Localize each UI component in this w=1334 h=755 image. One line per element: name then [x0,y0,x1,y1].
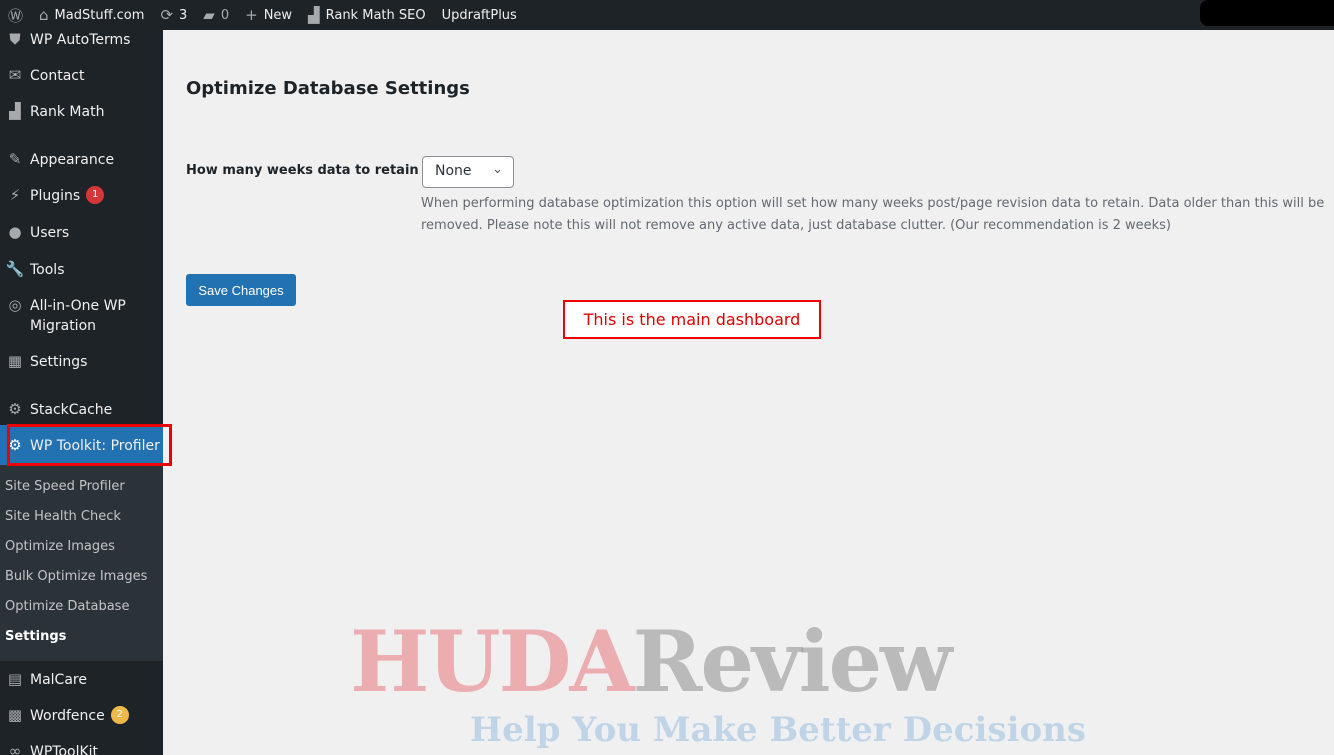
rankmath-label: Rank Math SEO [325,7,426,23]
sidebar-item-label: Plugins [30,188,81,204]
plus-icon: + [245,6,258,24]
link-icon: ∞ [8,742,22,755]
sidebar: Site Speed Profiler Site Health Check Opti… [0,30,163,755]
submenu-item-settings[interactable]: Settings [5,629,66,644]
settings-icon: ▦ [7,352,23,370]
sidebar-item-tools[interactable]: 🔧 Tools [0,260,163,280]
plug-icon: ⚡ [9,186,21,204]
submenu: Site Speed Profiler Site Health Check Opti… [0,465,163,661]
sidebar-item-label: WP AutoTerms [30,32,131,48]
highlight-box [7,424,172,466]
sidebar-item-wordfence[interactable]: ▩ Wordfence 2 [0,706,163,726]
watermark-part1: HUDA [350,612,635,711]
comment-icon: ▰ [203,6,215,24]
brush-icon: ✎ [8,150,22,168]
migration-icon: ◎ [8,296,22,314]
sidebar-item-label: Contact [30,68,85,84]
sidebar-item-settings[interactable]: ▦ Settings [0,352,163,372]
sidebar-item-contact[interactable]: ✉ Contact [0,66,163,86]
sidebar-item-plugins[interactable]: ⚡ Plugins 1 [0,186,163,206]
updates-link[interactable]: ⟳ 3 [152,0,195,30]
sidebar-item-appearance[interactable]: ✎ Appearance [0,150,163,170]
refresh-icon: ⟳ [160,6,174,24]
watermark-tagline: Help You Make Better Decisions [470,710,1087,750]
admin-bar: Ⓦ ⌂ MadStuff.com ⟳ 3 ▰ 0 + New ▟ Rank Math SE… [0,0,1334,30]
watermark-part2: Review [632,612,953,711]
rankmath-icon: ▟ [308,6,320,24]
select-value: None [435,163,472,179]
sidebar-item-rank-math[interactable]: ▟ Rank Math [0,102,163,122]
sidebar-item-label: WPToolKit [30,744,99,755]
submenu-item-site-health-check[interactable]: Site Health Check [5,509,121,524]
description: When performing database optimization th… [421,196,1325,233]
sidebar-item-label: Users [30,225,70,241]
sidebar-item-malcare[interactable]: ▤ MalCare [0,670,163,690]
user-account[interactable] [1200,0,1334,26]
wordpress-icon: Ⓦ [8,6,24,25]
weeks-label: How many weeks data to retain [186,163,419,178]
sidebar-item-label: MalCare [30,672,87,688]
sidebar-item-users[interactable]: ● Users [0,223,163,243]
submenu-item-bulk-optimize-images[interactable]: Bulk Optimize Images [5,569,147,584]
wp-logo[interactable]: Ⓦ [0,0,31,30]
sidebar-item-label: All-in-One WP Migration [30,298,126,334]
page-title: Optimize Database Settings [186,78,470,99]
updraft-link[interactable]: UpdraftPlus [434,0,525,30]
sidebar-item-label: Settings [30,354,88,370]
sidebar-item-label: Wordfence [30,708,105,724]
submenu-item-optimize-database[interactable]: Optimize Database [5,599,129,614]
home-icon: ⌂ [39,6,49,24]
gear-icon: ⚙ [8,400,22,418]
site-name: MadStuff.com [54,7,145,23]
user-icon: ● [8,223,22,241]
wrench-icon: 🔧 [5,260,25,278]
submenu-item-optimize-images[interactable]: Optimize Images [5,539,115,554]
updraft-label: UpdraftPlus [441,7,517,23]
site-link[interactable]: ⌂ MadStuff.com [31,0,152,30]
sidebar-item-all-in-one-wp-migration[interactable]: ◎ All-in-One WP Migration [0,296,163,336]
save-button[interactable]: Save Changes [186,274,296,306]
rankmath-link[interactable]: ▟ Rank Math SEO [300,0,434,30]
lock-icon: ▤ [7,670,23,688]
weeks-select[interactable]: None ⌄ [422,156,514,188]
notification-badge: 1 [86,186,105,204]
shield-icon: ⛊ [9,30,21,48]
new-label: New [263,7,293,23]
notification-badge: 2 [110,706,129,724]
chevron-down-icon: ⌄ [492,162,503,177]
sidebar-item-label: Appearance [30,152,115,168]
comments-count: 0 [220,7,230,23]
sidebar-item-wp-autoterms[interactable]: ⛊ WP AutoTerms [0,30,163,50]
mail-icon: ✉ [8,66,22,84]
submenu-item-site-speed-profiler[interactable]: Site Speed Profiler [5,479,125,494]
comments-link[interactable]: ▰ 0 [195,0,237,30]
chart-icon: ▟ [9,102,21,120]
new-link[interactable]: + New [237,0,300,30]
sidebar-item-wptoolkit[interactable]: ∞ WPToolKit [0,742,163,755]
sidebar-item-label: StackCache [30,402,113,418]
watermark-logo: HUDAReview [350,612,953,711]
updates-count: 3 [179,7,188,23]
annotation-box: This is the main dashboard [563,300,821,339]
sidebar-item-stackcache[interactable]: ⚙ StackCache [0,400,163,420]
sidebar-item-label: Rank Math [30,104,105,120]
wordfence-icon: ▩ [7,706,23,724]
sidebar-item-label: Tools [30,262,65,278]
